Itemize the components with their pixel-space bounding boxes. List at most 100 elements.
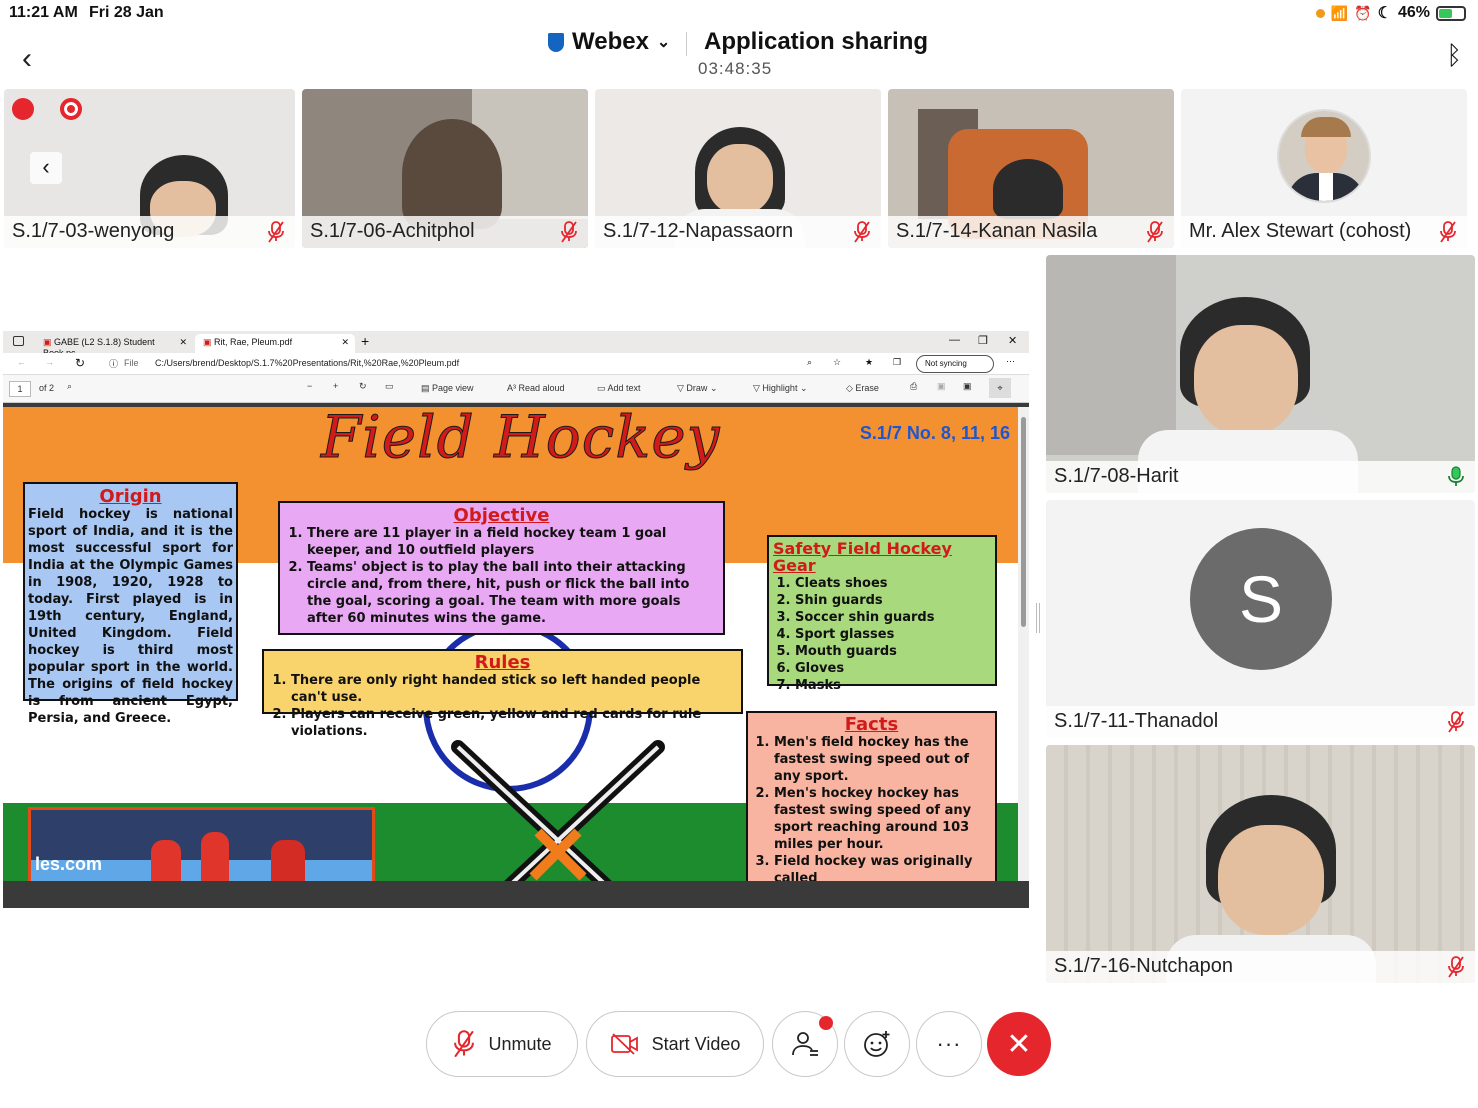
collapse-chevron-icon[interactable]: ‹ [30,152,62,184]
browser-tab-bar: ▣ GABE (L2 S.1.8) Student Book.pc ✕ ▣ Ri… [3,331,1029,358]
rules-item: There are only right handed stick so lef… [291,672,736,706]
rules-item: Players can receive green, yellow and re… [291,706,736,740]
start-video-label: Start Video [651,1033,741,1054]
close-icon: ✕ [1006,1027,1032,1061]
shared-screen[interactable]: ▣ GABE (L2 S.1.8) Student Book.pc ✕ ▣ Ri… [3,331,1029,908]
participant-name: S.1/7-12-Napassaorn [595,216,881,248]
divider [686,32,687,56]
sync-button[interactable]: Not syncing [916,355,994,373]
url-field[interactable]: C:/Users/brend/Desktop/S.1.7%20Presentat… [155,358,459,368]
erase-button[interactable]: ◇ Erase [846,383,879,394]
back-icon[interactable]: ← [17,357,26,367]
zoom-in-icon[interactable]: + [333,381,338,391]
video-off-icon [610,1033,638,1055]
participant-name: S.1/7-11-Thanadol [1046,706,1475,738]
back-chevron-icon[interactable]: ‹ [22,42,32,76]
favorites-icon[interactable]: ★ [865,357,873,368]
participant-tile[interactable]: Mr. Alex Stewart (cohost) [1181,89,1467,248]
shield-icon [548,32,564,52]
record-stop-icon[interactable] [60,98,82,120]
photo-banner-text: les.com [35,854,103,874]
leave-meeting-button[interactable]: ✕ [987,1012,1051,1076]
unmute-button[interactable]: Unmute [426,1011,578,1077]
wifi-icon: 📶 [1330,4,1349,21]
read-mode-icon[interactable]: ☆ [833,357,841,368]
facts-box: Facts Men's field hockey has the fastest… [746,711,997,881]
zoom-out-icon[interactable]: − [307,381,312,391]
print-icon[interactable]: ⎙ [910,381,917,392]
participant-tile[interactable]: S.1/7-14-Kanan Nasila [888,89,1174,248]
safety-item: Mouth guards [795,643,991,660]
participant-name: S.1/7-16-Nutchapon [1046,951,1475,983]
participant-name: Mr. Alex Stewart (cohost) [1181,216,1467,248]
new-tab-icon[interactable]: + [361,333,369,349]
notification-dot [819,1016,833,1030]
more-icon[interactable]: ⋯ [1006,356,1015,367]
minimize-icon[interactable]: — [949,334,960,346]
save-icon[interactable]: ▣ [937,381,946,392]
safety-item: Shin guards [795,592,991,609]
browser-tab[interactable]: ▣ GABE (L2 S.1.8) Student Book.pc ✕ [35,334,193,358]
mic-muted-icon [1147,221,1163,243]
status-time: 11:21 AM [9,4,78,21]
browser-tab-active[interactable]: ▣ Rit, Rae, Pleum.pdf ✕ [195,334,355,353]
start-video-button[interactable]: Start Video [586,1011,764,1077]
mic-muted-icon [1448,711,1464,733]
pin-icon[interactable]: ⌖ [989,378,1011,398]
participant-tile[interactable]: S S.1/7-11-Thanadol [1046,500,1475,738]
participants-button[interactable] [772,1011,838,1077]
more-icon: ··· [936,1031,962,1056]
page-view-button[interactable]: ▤ Page view [421,383,474,394]
forward-icon[interactable]: → [45,357,54,367]
status-date: Fri 28 Jan [89,4,164,21]
tab-actions-icon[interactable] [13,336,24,346]
search-icon[interactable]: ⌕ [67,381,72,392]
collections-icon[interactable]: ❒ [893,357,901,368]
participant-tile[interactable]: S.1/7-08-Harit [1046,255,1475,493]
close-icon[interactable]: ✕ [179,337,187,348]
participant-tile[interactable]: S.1/7-12-Napassaorn [595,89,881,248]
participant-tile[interactable]: S.1/7-06-Achitphol [302,89,588,248]
save-as-icon[interactable]: ▣ [963,381,972,392]
window-close-icon[interactable]: ✕ [1008,334,1017,347]
close-icon[interactable]: ✕ [341,337,349,348]
participants-icon [792,1032,818,1056]
bluetooth-icon[interactable]: ᛒ [1446,40,1462,71]
rotate-icon[interactable]: ↻ [359,381,367,392]
poster-class-label: S.1/7 No. 8, 11, 16 [859,423,1010,443]
webex-menu[interactable]: Webex ⌄ [548,28,670,56]
participant-name: S.1/7-06-Achitphol [302,216,588,248]
more-options-button[interactable]: ··· [916,1011,982,1077]
zoom-icon[interactable]: ⌕ [807,357,812,368]
mic-muted-icon [454,1030,475,1058]
highlight-button[interactable]: ▽ Highlight ⌄ [753,383,808,394]
pdf-icon: ▣ [203,337,212,347]
reactions-button[interactable] [844,1011,910,1077]
page-number-input[interactable]: 1 [9,381,31,397]
meeting-title: Application sharing [704,28,929,55]
safety-item: Cleats shoes [795,575,991,592]
resize-handle[interactable] [1036,603,1040,633]
participant-tile[interactable]: ‹ S.1/7-03-wenyong [4,89,295,248]
pdf-scrollbar[interactable] [1018,407,1029,881]
add-text-button[interactable]: ▭ Add text [597,383,641,394]
fit-page-icon[interactable]: ▭ [385,381,394,392]
refresh-icon[interactable]: ↻ [75,356,85,370]
status-bar: 11:21 AM Fri 28 Jan 📶 ⏰ ☾ 46% [0,0,1478,28]
participant-name: S.1/7-03-wenyong [4,216,295,248]
hockey-photo: les.com [28,807,375,881]
alarm-icon: ⏰ [1354,4,1372,21]
restore-icon[interactable]: ❐ [978,334,988,347]
read-aloud-button[interactable]: A³ Read aloud [507,383,565,393]
draw-button[interactable]: ▽ Draw ⌄ [677,383,717,394]
meeting-header: ‹ Webex ⌄ Application sharing 03:48:35 ᛒ [0,28,1478,88]
facts-item: Men's hockey hockey has fastest swing sp… [774,785,991,853]
rules-heading: Rules [474,652,531,673]
objective-box: Objective There are 11 player in a field… [278,501,725,635]
emoji-add-icon [864,1031,890,1057]
safety-heading: Safety Field Hockey Gear [773,539,952,575]
participant-tile[interactable]: S.1/7-16-Nutchapon [1046,745,1475,983]
origin-heading: Origin [99,486,162,507]
objective-item: There are 11 player in a field hockey te… [307,525,718,559]
facts-item: Field hockey was originally called [774,853,991,881]
